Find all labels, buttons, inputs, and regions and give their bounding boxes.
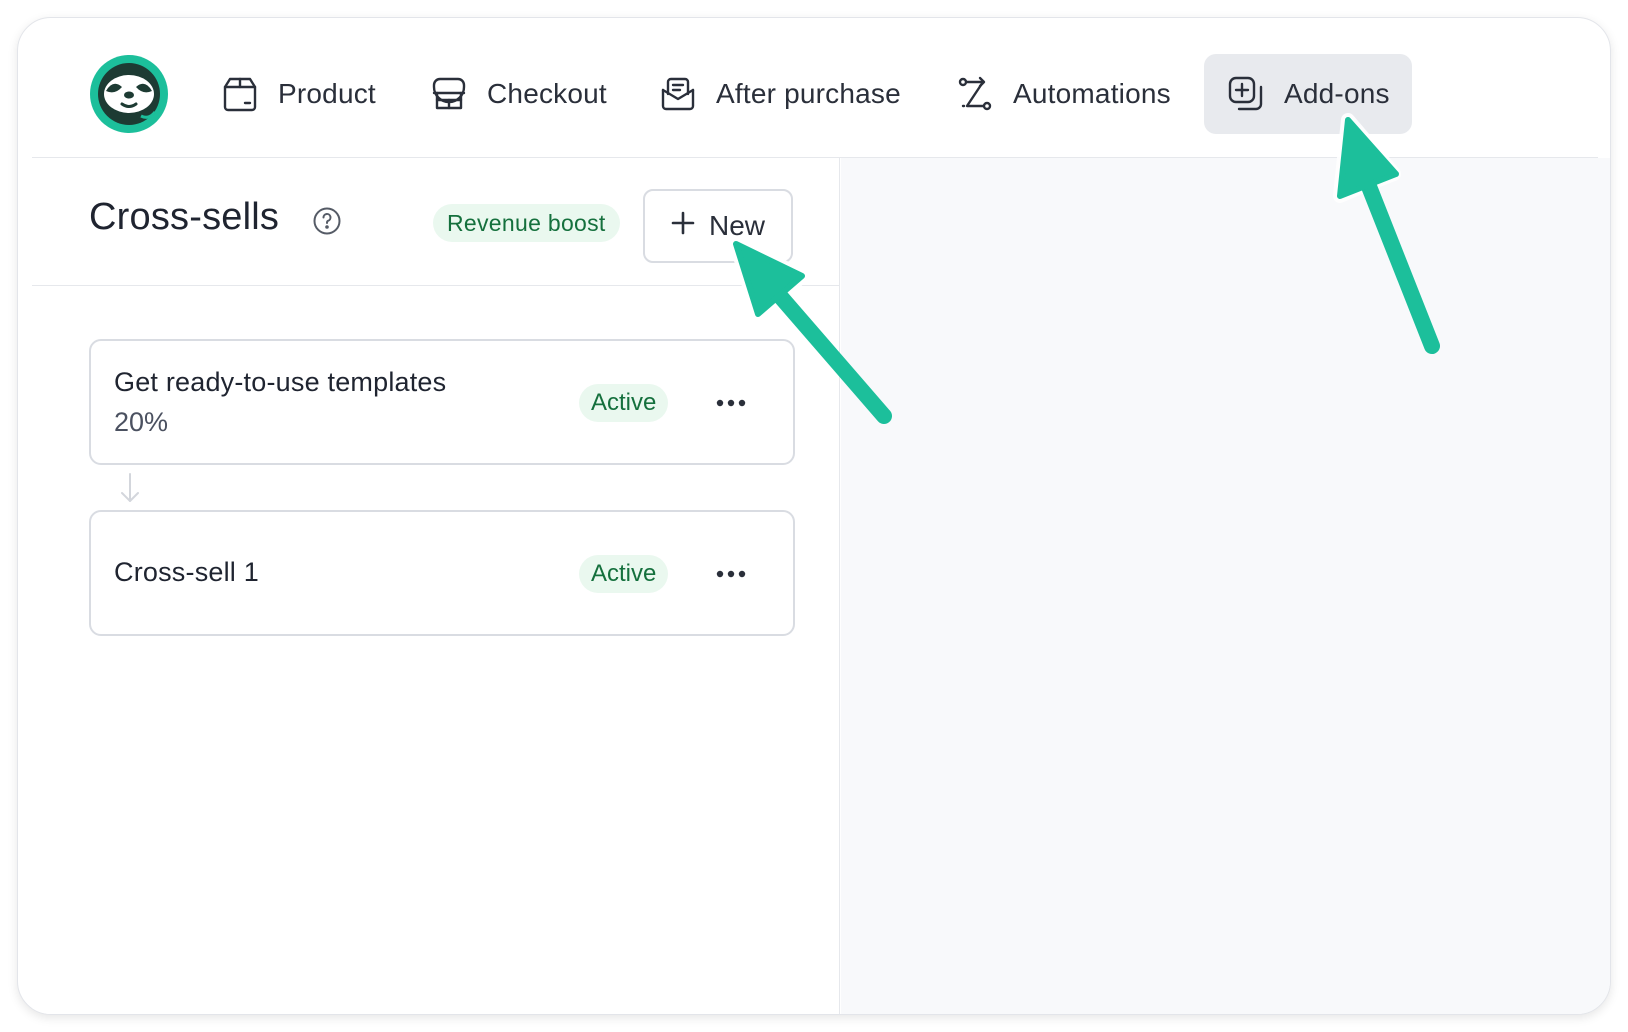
box-icon [220,74,260,114]
nav-item-label: Product [278,78,376,109]
status-badge: Active [579,555,669,593]
envelope-icon [658,74,698,114]
nav-item-checkout[interactable]: Checkout [429,54,607,134]
nav-item-after-purchase[interactable]: After purchase [658,54,901,134]
arrow-down-icon [118,472,142,504]
card-subtitle: 20% [114,407,169,437]
sloth-logo-icon[interactable] [89,54,169,134]
card-title: Get ready-to-use templates [114,367,447,397]
storefront-icon [429,74,469,114]
cross-sell-card[interactable]: Cross-sell 1 Active [89,510,795,636]
panel-header: Cross-sells Revenue boost New [32,158,840,286]
nav-item-label: Automations [1013,78,1171,109]
nav-item-product[interactable]: Product [220,54,376,134]
revenue-boost-badge: Revenue boost [433,204,620,242]
status-badge: Active [579,384,669,422]
more-options-icon[interactable] [711,554,751,594]
card-title: Cross-sell 1 [114,557,259,587]
nav-item-label: Add-ons [1284,78,1390,109]
new-button-label: New [708,210,765,241]
nav-item-automations[interactable]: Automations [955,54,1171,134]
add-on-icon [1226,74,1266,114]
question-circle-icon[interactable] [312,206,342,236]
plus-icon [671,210,695,242]
cross-sell-card[interactable]: Get ready-to-use templates 20% Active [89,339,795,465]
app-window: Product Checkout After purchase Automati… [17,17,1611,1015]
page-title: Cross-sells [89,196,280,238]
cross-sells-panel: Cross-sells Revenue boost New Get ready-… [32,158,840,1014]
top-navigation: Product Checkout After purchase Automati… [32,18,1598,158]
nav-item-label: After purchase [716,78,901,109]
more-options-icon[interactable] [711,383,751,423]
new-cross-sell-button[interactable]: New [643,189,793,263]
nav-item-label: Checkout [487,78,607,109]
route-icon [955,74,995,114]
nav-item-add-ons[interactable]: Add-ons [1204,54,1412,134]
detail-panel [841,158,1610,1014]
